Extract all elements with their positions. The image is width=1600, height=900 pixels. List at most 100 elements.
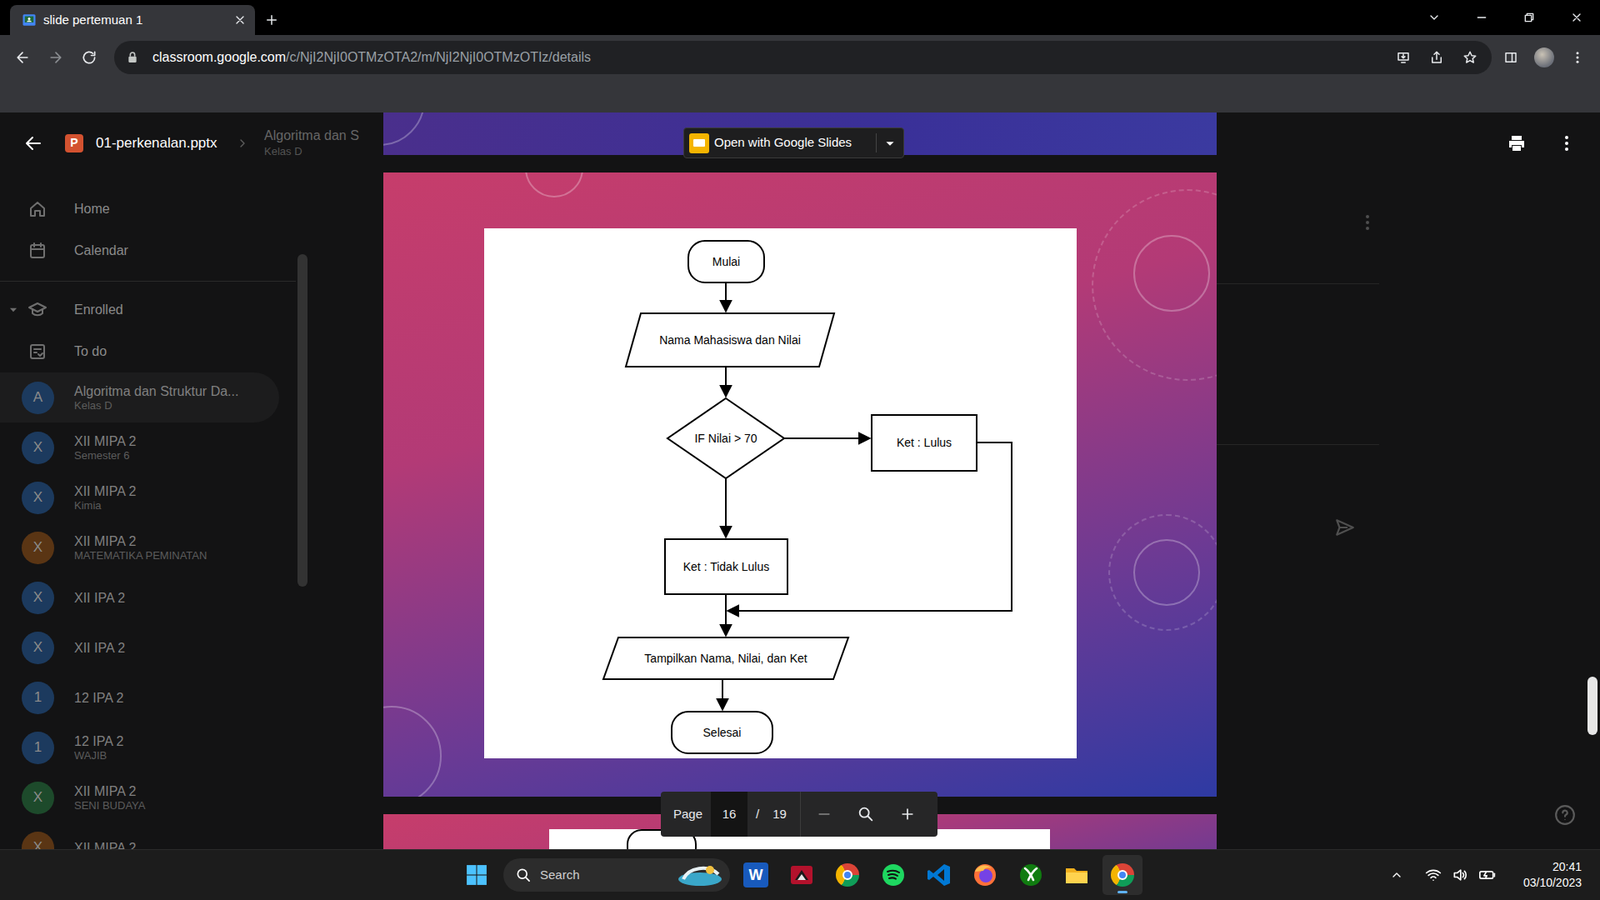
- class-item[interactable]: XXII MIPA 2Kimia: [0, 472, 280, 523]
- class-item[interactable]: 112 IPA 2WAJIB: [0, 722, 280, 773]
- flowchart-node-text: Ket : Tidak Lulus: [665, 539, 788, 595]
- kebab-icon: [1570, 50, 1585, 65]
- vscode-icon: [925, 861, 953, 889]
- word-icon: W: [743, 862, 769, 888]
- date: 03/10/2023: [1523, 875, 1582, 891]
- kebab-icon[interactable]: [1357, 210, 1378, 235]
- tab-search-button[interactable]: [1410, 0, 1458, 35]
- wifi-icon[interactable]: [1425, 866, 1442, 884]
- share-button[interactable]: [1420, 40, 1454, 75]
- class-item[interactable]: X XII MIPA 2MATEMATIKA PEMINATAN: [0, 522, 280, 573]
- sidebar-scrollbar[interactable]: [295, 173, 310, 850]
- volume-icon[interactable]: [1451, 866, 1469, 884]
- class-item[interactable]: XXII MIPA 2Semester 6: [0, 422, 280, 473]
- forward-button[interactable]: [39, 40, 73, 75]
- sidebar-nav: Home Calendar: [0, 188, 296, 272]
- sidebar-label: Calendar: [74, 240, 129, 261]
- class-item[interactable]: AAlgoritma dan Struktur Da...Kelas D: [0, 372, 280, 423]
- address-bar[interactable]: classroom.google.com/c/NjI2NjI0OTMzOTA2/…: [114, 40, 1492, 75]
- open-with-button[interactable]: Open with Google Slides: [683, 127, 905, 159]
- breadcrumb[interactable]: Algoritma dan S Kelas D: [264, 127, 360, 159]
- page-separator: /: [755, 805, 760, 825]
- class-text: XII MIPA 2MATEMATIKA PEMINATAN: [74, 533, 207, 563]
- taskbar-apps: W: [735, 855, 1143, 895]
- page-scrollbar-thumb[interactable]: [1587, 676, 1598, 735]
- print-icon[interactable]: [1506, 133, 1527, 154]
- flowchart-node-text: Selesai: [671, 711, 773, 754]
- help-icon[interactable]: [1554, 804, 1576, 826]
- bookmark-button[interactable]: [1453, 40, 1487, 75]
- minimize-icon: [1475, 10, 1489, 25]
- close-icon[interactable]: [233, 13, 247, 27]
- caret-down-icon[interactable]: [880, 134, 900, 153]
- taskbar-app[interactable]: [1010, 855, 1051, 895]
- button-divider: [875, 133, 877, 153]
- taskbar-app[interactable]: W: [735, 855, 776, 895]
- class-text: Algoritma dan Struktur Da...Kelas D: [74, 383, 239, 413]
- page-number-field[interactable]: 16: [710, 791, 748, 837]
- class-item[interactable]: 112 IPA 2: [0, 672, 280, 723]
- taskbar-app[interactable]: [919, 855, 960, 895]
- todo-item[interactable]: To do: [0, 330, 296, 373]
- reload-button[interactable]: [72, 40, 106, 75]
- side-panel-button[interactable]: [1494, 40, 1528, 75]
- flowchart-process-shape: [871, 415, 977, 471]
- browser-tab[interactable]: slide pertemuan 1: [10, 5, 255, 35]
- spotify-icon: [880, 861, 907, 889]
- zoom-in-button[interactable]: [886, 791, 929, 837]
- new-tab-button[interactable]: [255, 5, 289, 35]
- taskbar-app[interactable]: [1102, 855, 1143, 895]
- class-item[interactable]: XXII MIPA 2: [0, 822, 280, 850]
- window-controls: [1410, 0, 1600, 35]
- search-label: Search: [540, 865, 669, 885]
- class-avatar: X: [21, 831, 55, 850]
- tab-title: slide pertemuan 1: [43, 10, 227, 30]
- plus-icon: [264, 12, 280, 28]
- minimize-button[interactable]: [1457, 0, 1505, 35]
- scrollbar-thumb[interactable]: [297, 254, 308, 587]
- zoom-button[interactable]: [845, 791, 887, 837]
- class-title: Algoritma dan Struktur Da...: [74, 383, 239, 400]
- profile-button[interactable]: [1527, 40, 1561, 75]
- flowchart-node-text: Nama Mahasiswa dan Nilai: [625, 313, 835, 367]
- file-viewer: P 01-perkenalan.pptx: [0, 112, 1600, 850]
- side-panel-icon: [1503, 50, 1519, 65]
- class-avatar: X: [21, 531, 55, 565]
- sidebar-item[interactable]: Home: [0, 188, 296, 230]
- back-button[interactable]: [5, 40, 40, 75]
- kebab-icon[interactable]: [1556, 133, 1577, 154]
- restore-button[interactable]: [1505, 0, 1553, 35]
- back-arrow-icon[interactable]: [23, 133, 44, 154]
- taskbar-app[interactable]: [965, 855, 1005, 895]
- avatar-letter: X: [33, 436, 43, 459]
- class-title: XII IPA 2: [74, 640, 125, 656]
- close-window-button[interactable]: [1552, 0, 1600, 35]
- class-subtitle: Semester 6: [74, 449, 136, 463]
- start-button[interactable]: [456, 855, 497, 895]
- file-name: 01-perkenalan.pptx: [95, 132, 218, 155]
- taskbar-app[interactable]: [827, 855, 868, 895]
- taskbar-app[interactable]: [781, 855, 822, 895]
- taskbar-app[interactable]: [1056, 855, 1097, 895]
- flowchart-terminal-shape: [688, 240, 765, 283]
- flowchart-node-text: Mulai: [688, 240, 765, 283]
- send-icon[interactable]: [1334, 516, 1356, 539]
- class-item[interactable]: XXII MIPA 2SENI BUDAYA: [0, 772, 280, 823]
- zoom-out-button[interactable]: [803, 791, 845, 837]
- battery-icon[interactable]: [1478, 866, 1497, 884]
- avatar-letter: X: [33, 636, 43, 659]
- clock[interactable]: 20:41 03/10/2023: [1523, 859, 1582, 891]
- browser-menu-button[interactable]: [1560, 40, 1595, 75]
- chevron-up-icon[interactable]: [1390, 868, 1404, 882]
- sidebar-item[interactable]: Calendar: [0, 230, 296, 272]
- class-item[interactable]: XXII IPA 2: [0, 572, 280, 623]
- slides-column[interactable]: MulaiNama Mahasiswa dan NilaiIF Nilai > …: [383, 112, 1217, 850]
- slide-decoration: [1108, 514, 1217, 631]
- search-box[interactable]: Search: [503, 858, 730, 892]
- active-indicator: [1117, 890, 1128, 894]
- taskbar-app[interactable]: [873, 855, 914, 895]
- todo-label: To do: [74, 341, 107, 362]
- class-item[interactable]: X XII IPA 2: [0, 622, 280, 673]
- install-button[interactable]: [1386, 40, 1420, 75]
- enrolled-item[interactable]: Enrolled: [0, 289, 296, 331]
